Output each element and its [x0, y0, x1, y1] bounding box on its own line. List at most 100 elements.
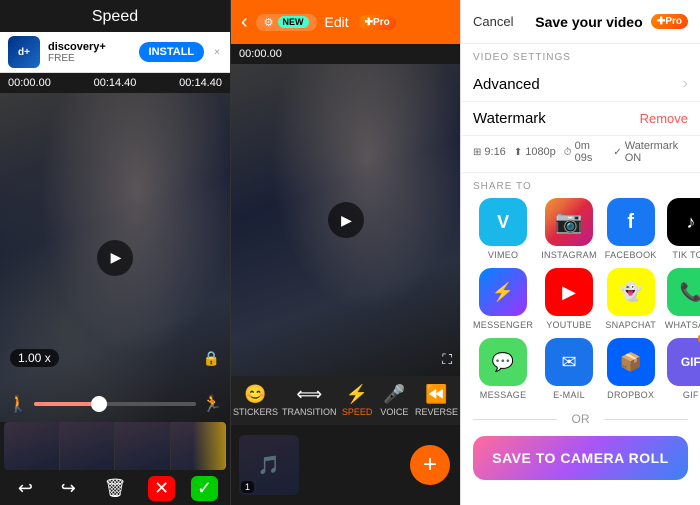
stickers-tool[interactable]: 😊 STICKERS: [231, 380, 280, 421]
middle-panel: ‹ ⚙ NEW Edit ✚Pro 00:00.00 ⛶ 😊 STICKERS …: [230, 0, 460, 505]
advanced-row-right: ›: [683, 75, 688, 93]
share-dropbox[interactable]: 📦 DROPBOX: [605, 338, 657, 400]
share-messenger[interactable]: ⚡ MESSENGER: [473, 268, 533, 330]
save-to-camera-roll-button[interactable]: SAVE TO CAMERA ROLL: [473, 436, 688, 480]
middle-video: ⛶: [231, 64, 460, 376]
left-video-thumb[interactable]: 1.00 x 🔒: [0, 93, 230, 422]
fullscreen-button[interactable]: ⛶: [442, 351, 452, 368]
filmstrip-overlay: [4, 422, 226, 470]
gif-icon: GIF PRO: [667, 338, 700, 386]
cancel-button[interactable]: ✕: [148, 476, 175, 501]
watermark-check-icon: ✓: [613, 147, 621, 158]
undo-button[interactable]: ↩: [12, 476, 39, 501]
meta-duration: ⏱ 0m 09s: [564, 140, 606, 164]
meta-duration-value: 0m 09s: [575, 140, 606, 164]
right-pro-badge[interactable]: ✚Pro: [651, 14, 688, 29]
confirm-button[interactable]: ✓: [191, 476, 218, 501]
middle-play-button[interactable]: [328, 202, 364, 238]
fast-icon: 🏃: [202, 394, 222, 414]
speed-icon: ⚡: [346, 384, 368, 405]
instagram-icon: 📷: [545, 198, 593, 246]
reverse-tool[interactable]: ⏪ REVERSE: [413, 380, 460, 421]
stickers-icon: 😊: [244, 384, 266, 405]
watermark-row[interactable]: Watermark Remove: [461, 102, 700, 136]
facebook-icon: f: [607, 198, 655, 246]
dropbox-label: DROPBOX: [607, 390, 654, 400]
cancel-save-button[interactable]: Cancel: [473, 14, 527, 29]
tiktok-icon: ♪: [667, 198, 700, 246]
edit-buttons: ↩ ↪ 🗑 ✕ ✓: [4, 470, 226, 505]
tiktok-label: TIK TOK: [672, 250, 700, 260]
share-instagram[interactable]: 📷 INSTAGRAM: [541, 198, 597, 260]
voice-tool[interactable]: 🎤 VOICE: [376, 380, 413, 421]
filmstrip: [4, 422, 226, 470]
email-label: E-MAIL: [553, 390, 585, 400]
speed-tool[interactable]: ⚡ SPEED: [339, 380, 376, 421]
meta-quality: ⬆ 1080p: [514, 146, 556, 158]
settings-button[interactable]: ⚙ NEW: [256, 14, 317, 31]
chevron-right-icon: ›: [683, 75, 688, 93]
pro-badge[interactable]: ✚Pro: [359, 15, 396, 30]
edit-label[interactable]: Edit: [325, 14, 349, 30]
timeline-bar: 00:00.00 00:14.40 00:14.40: [0, 73, 230, 93]
message-icon: 💬: [479, 338, 527, 386]
bottom-tools: ↩ ↪ 🗑 ✕ ✓: [0, 422, 230, 505]
meta-row: ⊞ 9:16 ⬆ 1080p ⏱ 0m 09s ✓ Watermark ON: [461, 136, 700, 173]
ad-app-name: discovery+: [48, 41, 131, 53]
reverse-icon: ⏪: [425, 384, 447, 405]
advanced-row[interactable]: Advanced ›: [461, 67, 700, 102]
whatsapp-label: WHATSAPP: [665, 320, 700, 330]
middle-bottom: 🎵 1 +: [231, 425, 460, 505]
delete-button[interactable]: 🗑: [98, 476, 133, 501]
clip-number: 1: [241, 481, 254, 493]
redo-button[interactable]: ↪: [55, 476, 82, 501]
speed-badge: 1.00 x: [10, 349, 59, 367]
whatsapp-icon: 📞: [667, 268, 700, 316]
transition-tool[interactable]: ⟺ TRANSITION: [280, 380, 339, 421]
close-ad-button[interactable]: ×: [212, 45, 222, 60]
share-youtube[interactable]: ▶ YOUTUBE: [541, 268, 597, 330]
share-snapchat[interactable]: 👻 SNAPCHAT: [605, 268, 657, 330]
share-message[interactable]: 💬 MESSAGE: [473, 338, 533, 400]
share-vimeo[interactable]: V VIMEO: [473, 198, 533, 260]
slow-icon: 🚶: [8, 394, 28, 414]
back-button[interactable]: ‹: [241, 11, 248, 34]
share-to-label: SHARE TO: [461, 173, 700, 198]
transition-icon: ⟺: [296, 384, 322, 405]
share-tiktok[interactable]: ♪ TIK TOK: [665, 198, 700, 260]
messenger-label: MESSENGER: [473, 320, 533, 330]
share-facebook[interactable]: f FACEBOOK: [605, 198, 657, 260]
stickers-label: STICKERS: [233, 407, 278, 417]
reverse-label: REVERSE: [415, 407, 458, 417]
left-play-button[interactable]: [97, 240, 133, 276]
timeline-start: 00:00.00: [8, 77, 51, 89]
timeline-end: 00:14.40: [179, 77, 222, 89]
share-whatsapp[interactable]: 📞 WHATSAPP: [665, 268, 700, 330]
gif-label: GIF: [683, 390, 699, 400]
save-roll-label: SAVE TO CAMERA ROLL: [492, 450, 668, 466]
save-video-title: Save your video: [535, 14, 643, 30]
instagram-label: INSTAGRAM: [541, 250, 597, 260]
add-clip-button[interactable]: +: [410, 445, 450, 485]
filmstrip-item[interactable]: 🎵 1: [239, 435, 299, 495]
remove-watermark-button[interactable]: Remove: [640, 111, 688, 126]
speed-control: 🚶 🏃: [0, 394, 230, 414]
middle-video-thumb[interactable]: [231, 64, 460, 376]
install-button[interactable]: INSTALL: [139, 42, 205, 62]
share-email[interactable]: ✉ E-MAIL: [541, 338, 597, 400]
ratio-icon: ⊞: [473, 147, 481, 158]
meta-watermark: ✓ Watermark ON: [613, 140, 688, 164]
middle-header: ‹ ⚙ NEW Edit ✚Pro: [231, 0, 460, 44]
share-gif[interactable]: GIF PRO GIF: [665, 338, 700, 400]
lock-icon: 🔒: [203, 350, 220, 367]
transition-label: TRANSITION: [282, 407, 337, 417]
right-panel: Cancel Save your video ✚Pro VIDEO SETTIN…: [460, 0, 700, 505]
advanced-label: Advanced: [473, 76, 540, 93]
left-video-area: 1.00 x 🔒 🚶 🏃: [0, 93, 230, 422]
ad-text: discovery+ FREE: [48, 41, 131, 64]
messenger-icon: ⚡: [479, 268, 527, 316]
speed-slider-thumb[interactable]: [91, 396, 107, 412]
dropbox-icon: 📦: [607, 338, 655, 386]
duration-icon: ⏱: [564, 147, 572, 158]
speed-slider[interactable]: [34, 402, 196, 406]
